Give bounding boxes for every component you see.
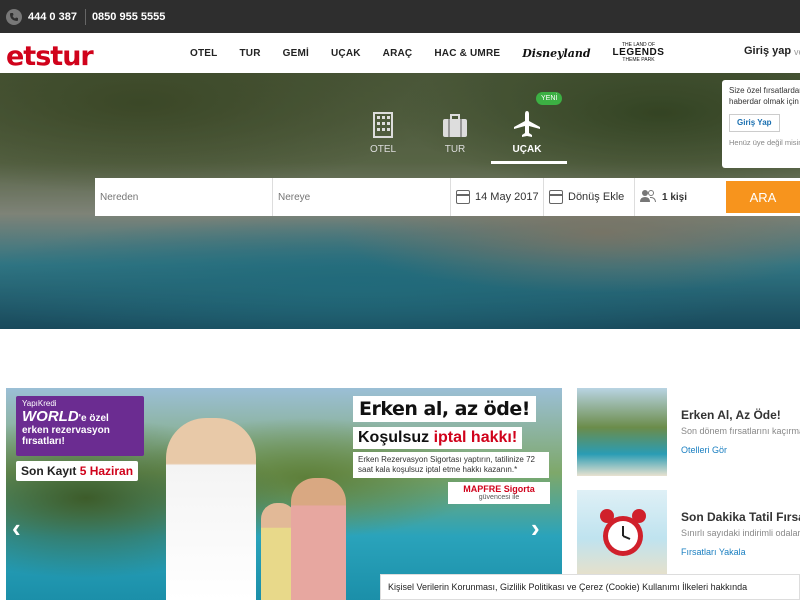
tab-otel-label: OTEL — [369, 144, 397, 155]
new-badge: YENİ — [536, 92, 563, 105]
from-field-wrapper — [95, 178, 273, 216]
nav-items: OTEL TUR GEMİ UÇAK ARAÇ HAC & UMRE Disne… — [190, 33, 664, 73]
flight-search-bar: 14 May 2017 Dönüş Ekle 1 kişi ARA — [95, 178, 800, 216]
departure-date: 14 May 2017 — [475, 191, 539, 203]
son-kayit-date: 5 Haziran — [79, 464, 134, 478]
main-nav: etstur OTEL TUR GEMİ UÇAK ARAÇ HAC & UMR… — [0, 33, 800, 73]
phone-number-2[interactable]: 0850 955 5555 — [92, 11, 165, 23]
nav-item-hac-umre[interactable]: HAC & UMRE — [434, 48, 500, 59]
side-card-link[interactable]: Otelleri Gör — [681, 445, 727, 455]
side-card-title: Erken Al, Az Öde! — [681, 408, 781, 422]
phone-number-1[interactable]: 444 0 387 — [28, 11, 77, 23]
divider — [84, 8, 86, 25]
top-bar: 444 0 387 0850 955 5555 — [0, 0, 800, 33]
side-card-title: Son Dakika Tatil Fırsatları — [681, 510, 800, 524]
departure-date-field[interactable]: 14 May 2017 — [451, 178, 544, 216]
login-link[interactable]: Giriş yap — [744, 45, 791, 57]
from-input[interactable] — [100, 191, 272, 203]
side-card-thumbnail — [577, 490, 667, 578]
popup-login-button[interactable]: Giriş Yap — [729, 113, 780, 133]
side-card-desc: Son dönem fırsatlarını kaçırmayın — [681, 426, 800, 436]
yk-line2: erken rezervasyon — [22, 425, 110, 437]
legends-bottom-text: THEME PARK — [622, 57, 655, 63]
side-card-link[interactable]: Fırsatları Yakala — [681, 547, 746, 557]
carousel-next-arrow-icon[interactable]: › — [531, 513, 540, 544]
side-card-son-dakika[interactable]: Son Dakika Tatil Fırsatları Sınırlı sayı… — [577, 490, 800, 578]
yk-line3: fırsatları! — [22, 436, 65, 448]
promo-text-block: Erken al, az öde! Koşulsuz iptal hakkı! … — [353, 396, 553, 505]
banner-person-image — [291, 478, 346, 600]
tab-otel[interactable]: OTEL — [347, 110, 419, 164]
banner-person-image — [166, 418, 256, 600]
side-card-thumbnail — [577, 388, 667, 476]
return-date-field[interactable]: Dönüş Ekle — [544, 178, 635, 216]
login-popup-line1: Size özel fırsatlardan — [729, 86, 800, 95]
nav-item-otel[interactable]: OTEL — [190, 48, 217, 59]
search-button[interactable]: ARA — [726, 181, 800, 213]
side-card-erken-al[interactable]: Erken Al, Az Öde! Son dönem fırsatlarını… — [577, 388, 800, 476]
login-popup: Size özel fırsatlardan haberdar olmak iç… — [722, 80, 800, 168]
side-card-desc: Sınırlı sayıdaki indirimli odalar — [681, 528, 800, 538]
nav-item-ucak[interactable]: UÇAK — [331, 48, 361, 59]
yapikredi-world-badge: YapıKredi WORLD'e özel erken rezervasyon… — [16, 396, 144, 456]
calendar-icon — [456, 190, 470, 204]
passengers-icon — [640, 189, 656, 206]
login-popup-line2: haberdar olmak için — [729, 96, 799, 106]
tab-ucak-label: UÇAK — [512, 144, 542, 155]
land-of-legends-logo[interactable]: THE LAND OF LEGENDS THEME PARK — [613, 43, 665, 63]
yk-world: WORLD — [22, 407, 79, 425]
search-tabs: OTEL TUR UÇAK — [347, 110, 567, 164]
carousel-prev-arrow-icon[interactable]: ‹ — [12, 513, 21, 544]
promo-subheadline: Koşulsuz iptal hakkı! — [353, 427, 523, 449]
passenger-count: 1 kişi — [662, 191, 688, 203]
tab-tur[interactable]: TUR — [419, 110, 491, 164]
nav-item-gemi[interactable]: GEMİ — [283, 48, 309, 59]
etstur-logo[interactable]: etstur — [6, 41, 94, 72]
mapfre-logo: MAPFRE Sigorta güvencesi ile — [448, 482, 550, 505]
disneyland-logo[interactable]: Disneyland — [522, 47, 590, 60]
login-extra-text: ve — [794, 47, 800, 57]
mapfre-sub: güvencesi ile — [478, 494, 520, 502]
login-popup-footer[interactable]: Henüz üye değil misiniz? — [729, 138, 800, 148]
alarm-clock-icon — [600, 509, 646, 556]
to-field-wrapper — [273, 178, 451, 216]
to-input[interactable] — [278, 191, 450, 203]
suitcase-icon — [419, 110, 491, 138]
plane-icon — [491, 110, 563, 138]
promo-description: Erken Rezervasyon Sigortası yaptırın, ta… — [353, 452, 549, 478]
kosulsuz-text: Koşulsuz — [358, 429, 430, 446]
yk-suffix: 'e özel — [78, 412, 109, 424]
tab-ucak[interactable]: UÇAK — [491, 110, 567, 164]
cookie-notice[interactable]: Kişisel Verilerin Korunması, Gizlilik Po… — [380, 574, 800, 600]
passenger-field[interactable]: 1 kişi — [635, 178, 715, 216]
deadline-badge: Son Kayıt 5 Haziran — [16, 461, 139, 481]
iptal-text: iptal hakkı! — [433, 429, 518, 446]
return-label: Dönüş Ekle — [568, 191, 625, 203]
phone-icon — [6, 8, 22, 25]
son-kayit-label: Son Kayıt — [21, 464, 77, 478]
building-icon — [347, 110, 419, 138]
active-tab-indicator — [491, 161, 567, 164]
mapfre-text: MAPFRE Sigorta — [463, 484, 535, 494]
promo-carousel[interactable]: YapıKredi WORLD'e özel erken rezervasyon… — [6, 388, 562, 600]
tab-tur-label: TUR — [444, 144, 466, 155]
nav-item-arac[interactable]: ARAÇ — [383, 48, 413, 59]
calendar-icon — [549, 190, 563, 204]
promo-headline: Erken al, az öde! — [353, 396, 536, 422]
nav-item-tur[interactable]: TUR — [239, 48, 260, 59]
